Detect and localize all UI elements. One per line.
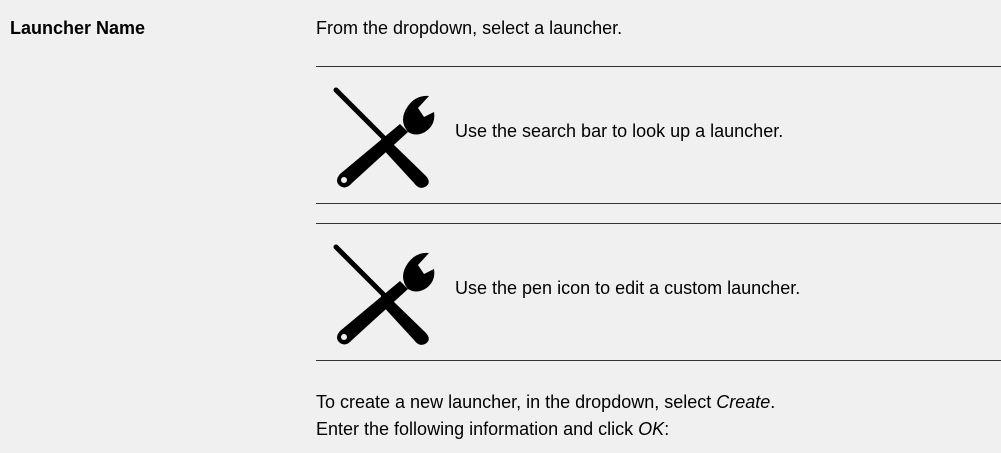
term-label: Launcher Name — [10, 18, 146, 38]
definition-row: Launcher Name From the dropdown, select … — [0, 0, 1001, 453]
instruction-text: . — [770, 392, 776, 412]
tip-text: Use the search bar to look up a launcher… — [455, 121, 784, 141]
intro-text: From the dropdown, select a launcher. — [316, 18, 623, 38]
tools-icon — [333, 87, 435, 188]
tip-note: Use the pen icon to edit a custom launch… — [316, 223, 1001, 361]
instruction-text: Enter the following information and clic… — [316, 419, 639, 439]
instruction-text: To create a new launcher, in the dropdow… — [316, 392, 717, 412]
instructions-text: To create a new launcher, in the dropdow… — [316, 389, 775, 443]
tools-icon — [333, 244, 435, 345]
instruction-line: To create a new launcher, in the dropdow… — [316, 389, 775, 416]
tip-note: Use the search bar to look up a launcher… — [316, 66, 1001, 204]
divider — [316, 66, 1001, 67]
divider — [316, 223, 1001, 224]
ui-term-ok: OK — [638, 419, 665, 439]
instruction-line: Enter the following information and clic… — [316, 416, 775, 443]
tip-text: Use the pen icon to edit a custom launch… — [455, 278, 801, 298]
ui-term-create: Create — [716, 392, 771, 412]
divider — [316, 203, 1001, 204]
instruction-text: : — [664, 419, 670, 439]
divider — [316, 360, 1001, 361]
